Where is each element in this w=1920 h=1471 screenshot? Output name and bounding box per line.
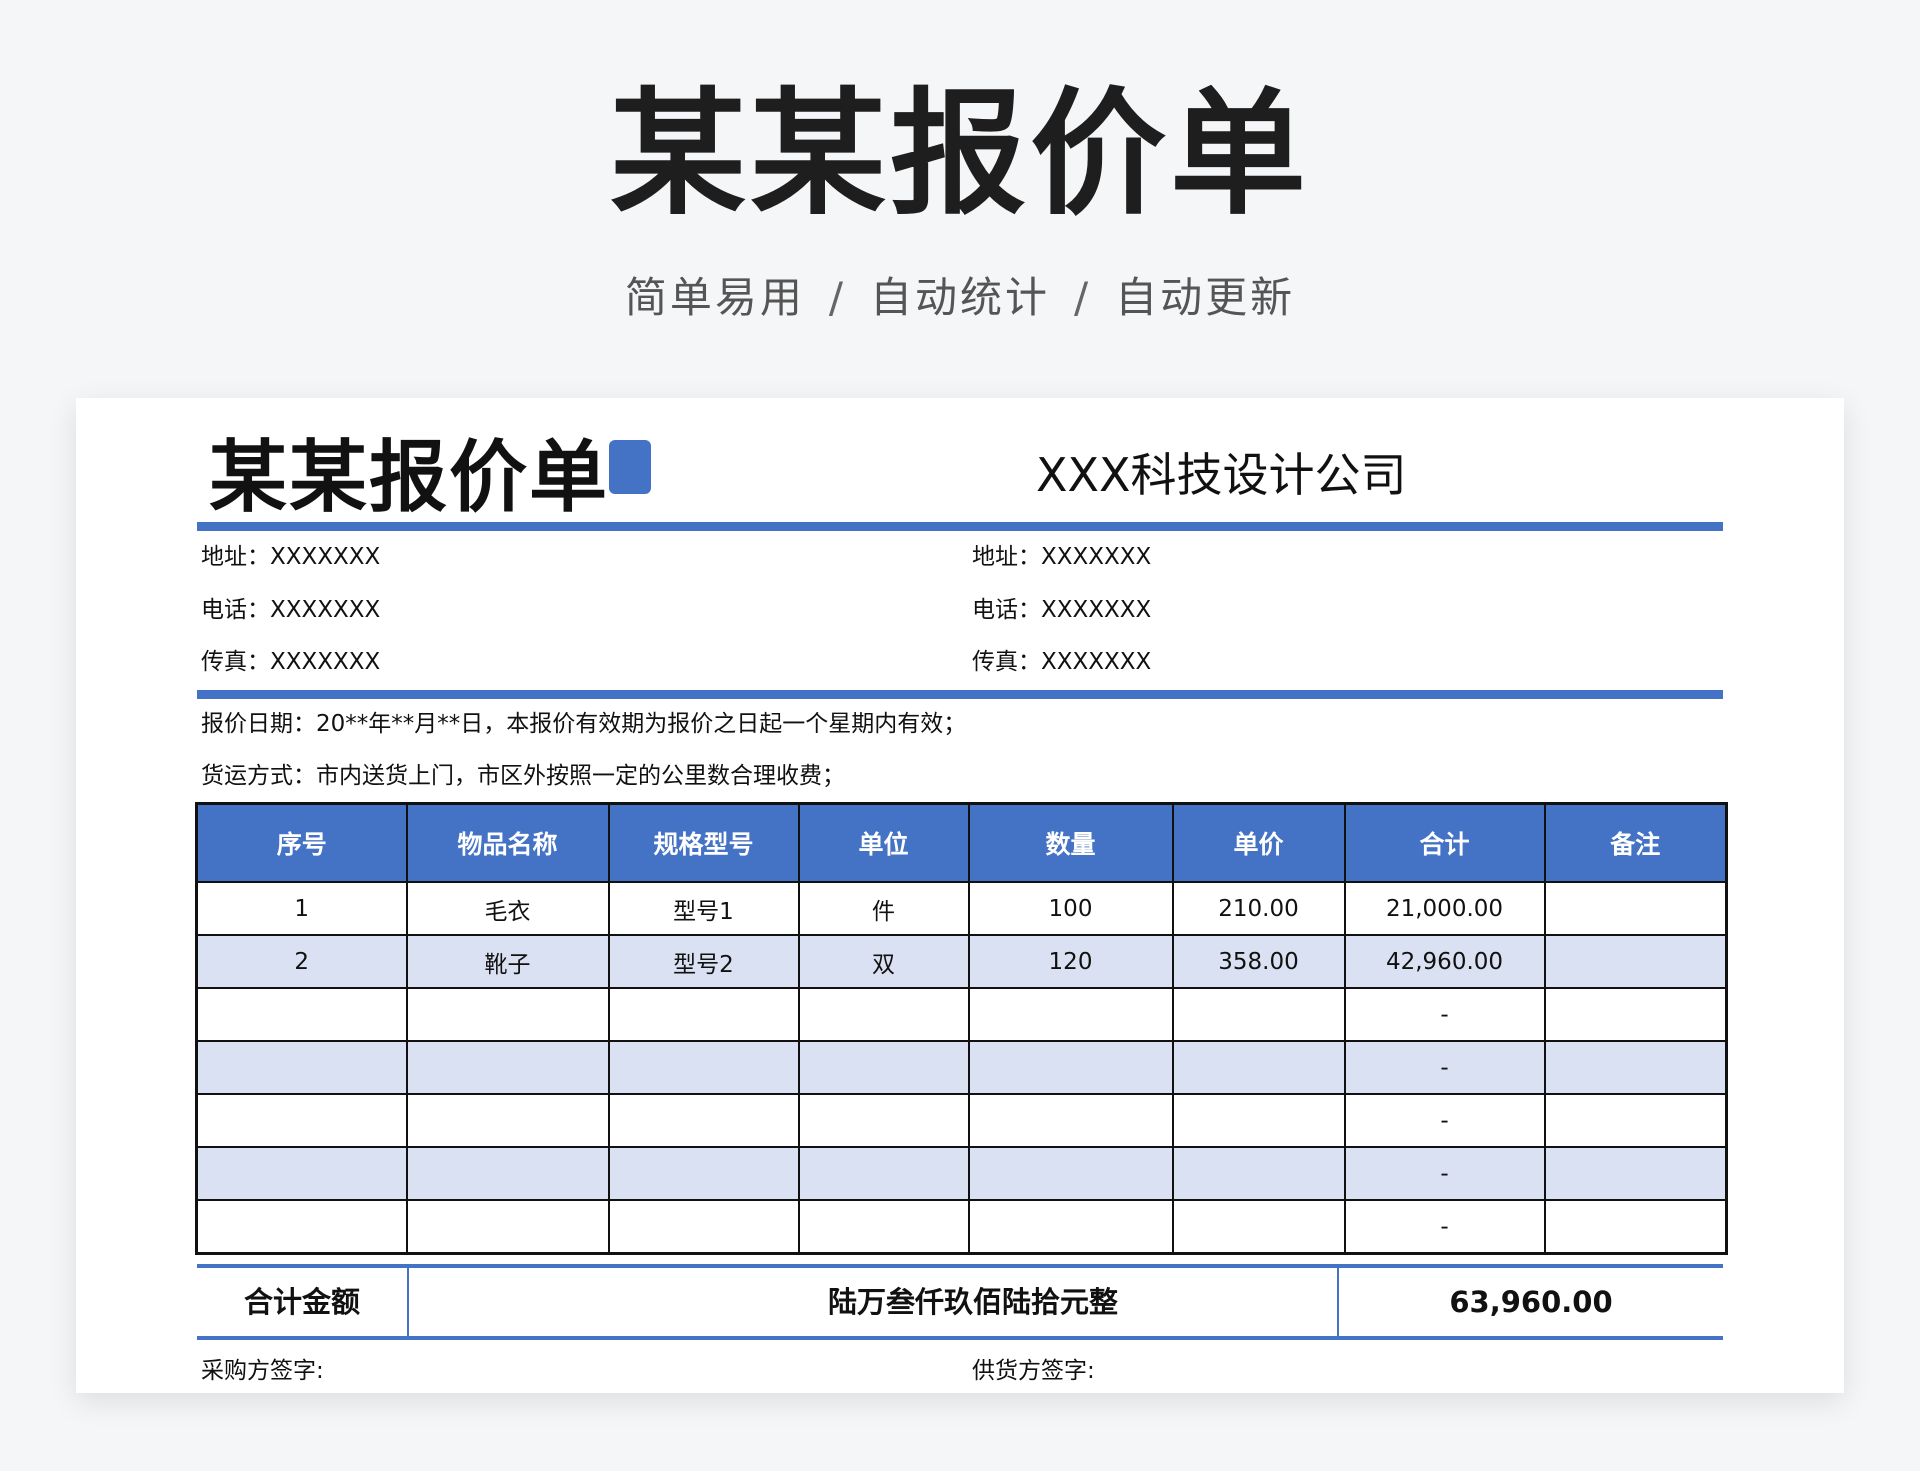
- items-table: 序号 物品名称 规格型号 单位 数量 单价 合计 备注 1 毛衣 型号1 件 1…: [195, 802, 1728, 1255]
- hero-title: 某某报价单: [610, 76, 1310, 234]
- document-title: 某某报价单: [209, 433, 610, 523]
- table-cell: [405, 1199, 610, 1255]
- tagline-separator: /: [828, 273, 846, 322]
- table-row: -: [195, 1093, 1728, 1148]
- table-row: -: [195, 1146, 1728, 1201]
- column-header: 数量: [967, 802, 1174, 883]
- table-cell: 120: [967, 934, 1174, 989]
- title-square-icon: [609, 440, 651, 494]
- table-cell: [195, 1199, 408, 1255]
- shipping-note: 货运方式：市内送货上门，市区外按照一定的公里数合理收费；: [201, 763, 845, 789]
- tagline-item: 自动统计: [869, 273, 1050, 322]
- column-header: 规格型号: [607, 802, 800, 883]
- tagline-separator: /: [1074, 273, 1092, 322]
- table-cell: 靴子: [405, 934, 610, 989]
- info-divider: [197, 690, 1723, 699]
- table-cell: -: [1343, 1093, 1546, 1148]
- table-cell: -: [1343, 1146, 1546, 1201]
- table-cell: [1543, 1199, 1728, 1255]
- supplier-signature-label: 供货方签字:: [972, 1358, 1095, 1384]
- table-cell: [967, 1199, 1174, 1255]
- table-cell: [607, 1093, 800, 1148]
- column-header: 单价: [1171, 802, 1346, 883]
- column-header: 单位: [797, 802, 970, 883]
- table-row: -: [195, 1199, 1728, 1255]
- table-cell: [967, 987, 1174, 1042]
- table-cell: [1171, 1093, 1346, 1148]
- table-cell: [405, 1146, 610, 1201]
- table-header-row: 序号 物品名称 规格型号 单位 数量 单价 合计 备注: [195, 802, 1728, 883]
- table-cell: [405, 1040, 610, 1095]
- table-row: 1 毛衣 型号1 件 100 210.00 21,000.00: [195, 881, 1728, 936]
- table-cell: [195, 1146, 408, 1201]
- table-cell: [1543, 934, 1728, 989]
- table-cell: [1543, 1093, 1728, 1148]
- table-cell: -: [1343, 987, 1546, 1042]
- table-row: -: [195, 987, 1728, 1042]
- table-cell: [797, 1040, 970, 1095]
- table-cell: [797, 1093, 970, 1148]
- table-cell: 42,960.00: [1343, 934, 1546, 989]
- table-cell: [607, 1040, 800, 1095]
- table-cell: [797, 1146, 970, 1201]
- column-header: 备注: [1543, 802, 1728, 883]
- table-cell: [607, 1199, 800, 1255]
- table-row: 2 靴子 型号2 双 120 358.00 42,960.00: [195, 934, 1728, 989]
- table-cell: 1: [195, 881, 408, 936]
- table-cell: 21,000.00: [1343, 881, 1546, 936]
- table-cell: 100: [967, 881, 1174, 936]
- table-cell: [195, 987, 408, 1042]
- table-cell: 2: [195, 934, 408, 989]
- right-address: 地址：XXXXXXX: [972, 544, 1152, 570]
- buyer-signature-label: 采购方签字:: [201, 1358, 324, 1384]
- quote-sheet: 某某报价单 XXX科技设计公司 地址：XXXXXXX 电话：XXXXXXX 传真…: [76, 398, 1844, 1393]
- total-label: 合计金额: [243, 1285, 360, 1319]
- table-row: -: [195, 1040, 1728, 1095]
- right-phone: 电话：XXXXXXX: [972, 597, 1152, 623]
- table-cell: 210.00: [1171, 881, 1346, 936]
- total-amount-bar: 合计金额 陆万叁仟玖佰陆拾元整 63,960.00: [197, 1264, 1723, 1340]
- table-cell: [1543, 1146, 1728, 1201]
- table-cell: [1543, 987, 1728, 1042]
- header-divider: [197, 522, 1723, 531]
- column-header: 物品名称: [405, 802, 610, 883]
- table-cell: [607, 1146, 800, 1201]
- table-cell: 件: [797, 881, 970, 936]
- table-cell: [195, 1093, 408, 1148]
- table-cell: [1171, 1146, 1346, 1201]
- table-cell: [967, 1093, 1174, 1148]
- table-cell: 型号2: [607, 934, 800, 989]
- table-cell: 型号1: [607, 881, 800, 936]
- total-amount: 63,960.00: [1449, 1285, 1613, 1319]
- hero-tagline: 简单易用 / 自动统计 / 自动更新: [0, 268, 1920, 328]
- table-cell: -: [1343, 1040, 1546, 1095]
- column-header: 合计: [1343, 802, 1546, 883]
- table-cell: [405, 1093, 610, 1148]
- tagline-item: 自动更新: [1115, 273, 1296, 322]
- table-cell: [1171, 987, 1346, 1042]
- table-cell: 358.00: [1171, 934, 1346, 989]
- table-cell: [1171, 1199, 1346, 1255]
- left-phone: 电话：XXXXXXX: [201, 597, 381, 623]
- table-cell: [967, 1040, 1174, 1095]
- column-header: 序号: [195, 802, 408, 883]
- table-cell: [797, 987, 970, 1042]
- table-cell: [967, 1146, 1174, 1201]
- left-address: 地址：XXXXXXX: [201, 544, 381, 570]
- right-fax: 传真：XXXXXXX: [972, 649, 1152, 675]
- table-cell: [607, 987, 800, 1042]
- table-cell: [1543, 1040, 1728, 1095]
- table-cell: [405, 987, 610, 1042]
- quote-date-note: 报价日期：20**年**月**日，本报价有效期为报价之日起一个星期内有效；: [201, 711, 967, 737]
- company-name: XXX科技设计公司: [1036, 448, 1407, 502]
- left-fax: 传真：XXXXXXX: [201, 649, 381, 675]
- table-cell: [195, 1040, 408, 1095]
- table-cell: -: [1343, 1199, 1546, 1255]
- tagline-item: 简单易用: [624, 273, 805, 322]
- table-cell: [797, 1199, 970, 1255]
- table-cell: [1543, 881, 1728, 936]
- table-cell: 双: [797, 934, 970, 989]
- table-cell: 毛衣: [405, 881, 610, 936]
- table-cell: [1171, 1040, 1346, 1095]
